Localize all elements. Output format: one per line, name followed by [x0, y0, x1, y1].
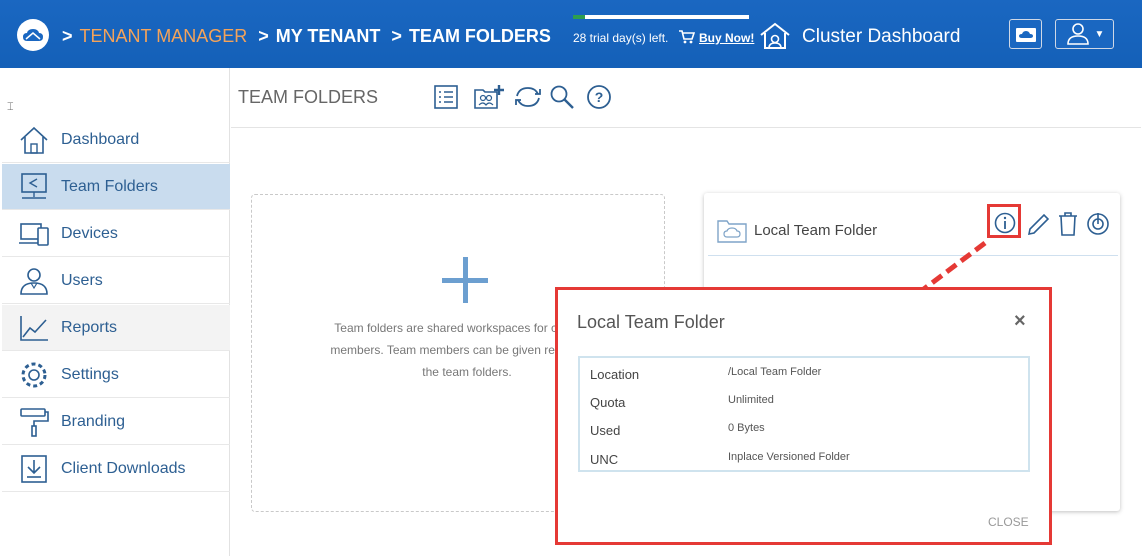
detail-value: 0 Bytes	[728, 422, 765, 434]
detail-key: UNC	[590, 452, 619, 467]
user-menu-button[interactable]: ▼	[1055, 19, 1114, 49]
sidebar-item-label: Reports	[61, 318, 118, 336]
buy-now-link[interactable]: Buy Now!	[699, 31, 754, 45]
folder-info-dialog: Local Team Folder × Location /Local Team…	[555, 287, 1052, 545]
svg-text:?: ?	[595, 89, 604, 105]
detail-key: Used	[590, 423, 621, 438]
breadcrumb: > TENANT MANAGER > MY TENANT > TEAM FOLDERS	[62, 26, 551, 47]
cloud-folder-icon	[1015, 28, 1036, 42]
detail-key: Quota	[590, 395, 626, 410]
home-icon	[10, 117, 58, 163]
plus-icon-bar	[442, 278, 488, 283]
refresh-icon[interactable]	[513, 84, 543, 110]
sidebar-item-reports[interactable]: Reports	[2, 305, 230, 351]
paint-roller-icon	[10, 399, 58, 445]
sidebar-item-label: Settings	[61, 365, 119, 383]
logo[interactable]	[17, 19, 49, 51]
user-icon	[1066, 23, 1089, 45]
detail-value: /Local Team Folder	[728, 366, 822, 378]
folder-details-table: Location /Local Team Folder Quota Unlimi…	[578, 356, 1030, 472]
breadcrumb-separator: >	[258, 26, 269, 46]
card-divider	[708, 255, 1118, 256]
chart-icon	[10, 305, 58, 351]
list-view-icon[interactable]	[433, 84, 459, 110]
user-icon	[10, 258, 58, 304]
team-folder-name[interactable]: Local Team Folder	[754, 222, 877, 239]
cart-icon	[679, 30, 695, 44]
main-header: TEAM FOLDERS ?	[231, 68, 1141, 128]
sidebar: ⌶ Dashboard Team Folders Devices Users R…	[2, 68, 230, 556]
edit-pencil-icon[interactable]	[1026, 211, 1050, 237]
storage-gauge-icon[interactable]	[1086, 211, 1110, 237]
trash-icon[interactable]	[1057, 211, 1079, 237]
sidebar-item-label: Team Folders	[61, 177, 158, 195]
devices-icon	[10, 211, 58, 257]
detail-key: Location	[590, 367, 640, 382]
help-icon[interactable]: ?	[586, 84, 612, 110]
detail-row-unc: UNC Inplace Versioned Folder	[590, 449, 1020, 469]
trial-progress-fill	[573, 15, 586, 19]
shared-folder-icon	[10, 164, 58, 210]
trial-progress-bar	[573, 15, 749, 19]
cluster-dashboard-link[interactable]: Cluster Dashboard	[802, 26, 960, 48]
sidebar-item-devices[interactable]: Devices	[2, 211, 230, 257]
cloud-storage-button[interactable]	[1009, 19, 1042, 49]
sidebar-item-settings[interactable]: Settings	[2, 352, 230, 398]
chevron-down-icon: ▼	[1094, 28, 1105, 40]
download-icon	[10, 446, 58, 492]
sidebar-item-client-downloads[interactable]: Client Downloads	[2, 446, 230, 492]
detail-row-location: Location /Local Team Folder	[590, 364, 1020, 384]
sidebar-item-label: Users	[61, 271, 103, 289]
close-icon[interactable]: ×	[1014, 310, 1026, 333]
breadcrumb-separator: >	[391, 26, 402, 46]
gear-icon	[10, 352, 58, 398]
sidebar-item-branding[interactable]: Branding	[2, 399, 230, 445]
sidebar-item-label: Devices	[61, 224, 118, 242]
sidebar-item-dashboard[interactable]: Dashboard	[2, 117, 230, 163]
page-title: TEAM FOLDERS	[238, 87, 379, 107]
info-icon[interactable]	[994, 211, 1016, 235]
breadcrumb-my-tenant[interactable]: MY TENANT	[276, 26, 381, 46]
cloud-folder-icon	[717, 220, 747, 243]
trial-days-text: 28 trial day(s) left.	[573, 31, 669, 45]
breadcrumb-tenant-manager[interactable]: TENANT MANAGER	[80, 26, 248, 46]
detail-row-used: Used 0 Bytes	[590, 420, 1020, 440]
sidebar-item-users[interactable]: Users	[2, 258, 230, 304]
collapse-sidebar-icon[interactable]: ⌶	[7, 101, 14, 114]
search-icon[interactable]	[549, 84, 575, 110]
cluster-house-icon[interactable]	[758, 21, 792, 51]
detail-value: Inplace Versioned Folder	[728, 451, 850, 463]
sidebar-item-label: Dashboard	[61, 130, 140, 148]
sidebar-item-label: Client Downloads	[61, 459, 186, 477]
add-team-folder-icon[interactable]	[473, 84, 505, 110]
breadcrumb-separator: >	[62, 26, 73, 46]
cloud-logo-icon	[23, 29, 43, 41]
dialog-title: Local Team Folder	[577, 312, 725, 332]
detail-value: Unlimited	[728, 394, 774, 406]
close-button[interactable]: CLOSE	[988, 515, 1029, 529]
sidebar-item-team-folders[interactable]: Team Folders	[2, 164, 230, 210]
breadcrumb-team-folders: TEAM FOLDERS	[408, 26, 551, 46]
top-bar: > TENANT MANAGER > MY TENANT > TEAM FOLDERS…	[0, 0, 1142, 68]
sidebar-item-label: Branding	[61, 412, 126, 430]
detail-row-quota: Quota Unlimited	[590, 392, 1020, 412]
